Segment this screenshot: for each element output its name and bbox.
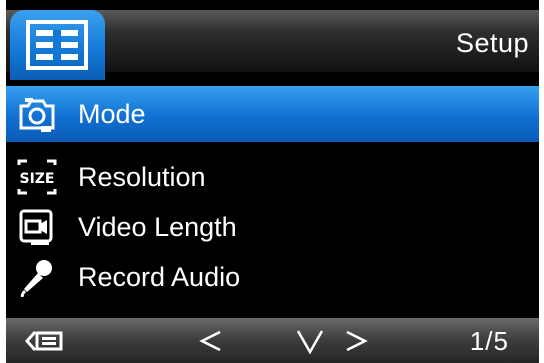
header-bar: Setup <box>6 10 539 80</box>
prev-button[interactable] <box>191 318 231 363</box>
menu-item-label: Mode <box>78 98 146 129</box>
chevron-right-icon <box>346 330 368 351</box>
chevron-down-icon <box>296 329 324 355</box>
setup-tab[interactable] <box>10 10 105 80</box>
menu-item-resolution[interactable]: SIZE Resolution <box>6 152 539 202</box>
camera-mode-icon <box>12 94 62 134</box>
back-menu-icon <box>25 330 63 351</box>
microphone-icon <box>12 257 62 297</box>
menu-item-label: Resolution <box>78 161 206 192</box>
camera-screen: Setup Mode SIZE Resolution Video Length … <box>6 0 539 363</box>
size-icon: SIZE <box>12 157 62 197</box>
menu-list-icon <box>26 20 88 70</box>
next-button[interactable] <box>336 318 376 363</box>
header-title: Setup <box>455 28 529 58</box>
down-button[interactable] <box>288 318 332 363</box>
footer-bar: 1/5 <box>6 318 539 363</box>
menu-item-label: Record Audio <box>78 261 241 292</box>
chevron-left-icon <box>199 330 221 351</box>
menu-item-label: Video Length <box>78 211 237 242</box>
menu-item-mode[interactable]: Mode <box>6 86 539 142</box>
size-icon-text: SIZE <box>19 171 54 187</box>
menu-item-video-length[interactable]: Video Length <box>6 202 539 252</box>
video-length-icon <box>12 207 62 247</box>
settings-menu: Mode SIZE Resolution Video Length Record… <box>6 86 539 302</box>
back-button[interactable] <box>20 318 70 363</box>
menu-item-record-audio[interactable]: Record Audio <box>6 252 539 302</box>
page-indicator: 1/5 <box>469 326 509 356</box>
